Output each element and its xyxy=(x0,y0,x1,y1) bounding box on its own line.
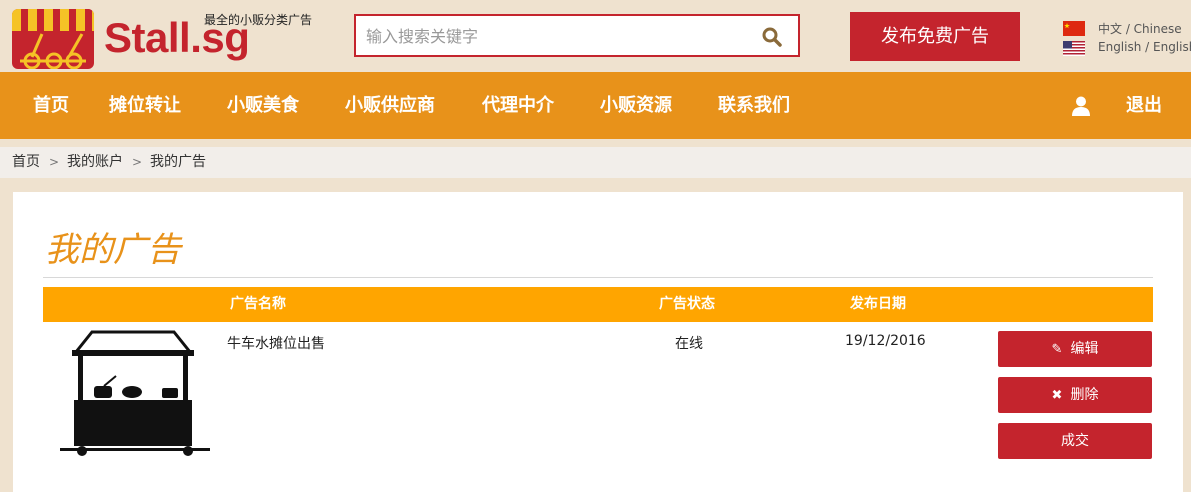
nav-item-resources[interactable]: 小贩资源 xyxy=(600,72,672,139)
breadcrumb-home[interactable]: 首页 xyxy=(12,147,40,178)
column-header-post-date: 发布日期 xyxy=(850,296,906,312)
logout-link[interactable]: 退出 xyxy=(1126,72,1162,139)
nav-item-agents[interactable]: 代理中介 xyxy=(482,72,554,139)
close-icon: ✖ xyxy=(1051,388,1063,403)
nav-item-suppliers[interactable]: 小贩供应商 xyxy=(345,72,435,139)
header: Stall.sg 最全的小贩分类广告 发布免费广告 中文 / Chinese E… xyxy=(0,0,1191,72)
breadcrumb-separator: > xyxy=(49,155,60,169)
language-english-label[interactable]: English / English xyxy=(1098,40,1191,54)
breadcrumb-separator: > xyxy=(132,155,143,169)
breadcrumb: 首页 > 我的账户 > 我的广告 xyxy=(0,147,1191,178)
ad-name-link[interactable]: 牛车水摊位出售 xyxy=(227,333,325,353)
china-flag-icon xyxy=(1063,21,1085,36)
nav-item-home[interactable]: 首页 xyxy=(33,72,69,139)
page-title: 我的广告 xyxy=(45,230,181,270)
column-header-ad-name: 广告名称 xyxy=(230,296,286,312)
deal-done-button-label: 成交 xyxy=(1061,433,1089,449)
delete-button[interactable]: ✖ 删除 xyxy=(998,377,1152,413)
main-panel: 我的广告 广告名称 广告状态 发布日期 牛车水摊位出售 在线 19/12/201… xyxy=(13,192,1183,492)
edit-button[interactable]: ✎ 编辑 xyxy=(998,331,1152,367)
post-free-ad-button[interactable]: 发布免费广告 xyxy=(850,12,1020,61)
breadcrumb-my-account[interactable]: 我的账户 xyxy=(67,147,123,178)
user-icon[interactable] xyxy=(1072,96,1090,116)
column-header-ad-status: 广告状态 xyxy=(659,296,715,312)
nav-item-hawker-food[interactable]: 小贩美食 xyxy=(227,72,299,139)
tagline: 最全的小贩分类广告 xyxy=(204,13,313,27)
stall-thumbnail-icon[interactable] xyxy=(58,330,218,460)
deal-done-button[interactable]: 成交 xyxy=(998,423,1152,459)
delete-button-label: 删除 xyxy=(1070,387,1099,403)
search-box xyxy=(354,14,800,57)
search-icon[interactable] xyxy=(762,27,782,47)
us-flag-icon xyxy=(1063,41,1085,56)
logo-icon[interactable] xyxy=(12,9,94,69)
main-nav: 首页 摊位转让 小贩美食 小贩供应商 代理中介 小贩资源 联系我们 退出 xyxy=(0,72,1191,139)
edit-button-label: 编辑 xyxy=(1070,341,1099,357)
table-header: 广告名称 广告状态 发布日期 xyxy=(43,287,1153,322)
language-chinese-label[interactable]: 中文 / Chinese xyxy=(1098,20,1182,37)
edit-icon: ✎ xyxy=(1051,342,1063,357)
search-input[interactable] xyxy=(364,22,758,50)
breadcrumb-my-ads: 我的广告 xyxy=(150,154,206,170)
divider xyxy=(43,277,1153,278)
nav-item-contact[interactable]: 联系我们 xyxy=(718,72,790,139)
ad-post-date: 19/12/2016 xyxy=(845,333,926,349)
ad-status: 在线 xyxy=(675,336,703,352)
nav-item-stall-transfer[interactable]: 摊位转让 xyxy=(109,72,181,139)
